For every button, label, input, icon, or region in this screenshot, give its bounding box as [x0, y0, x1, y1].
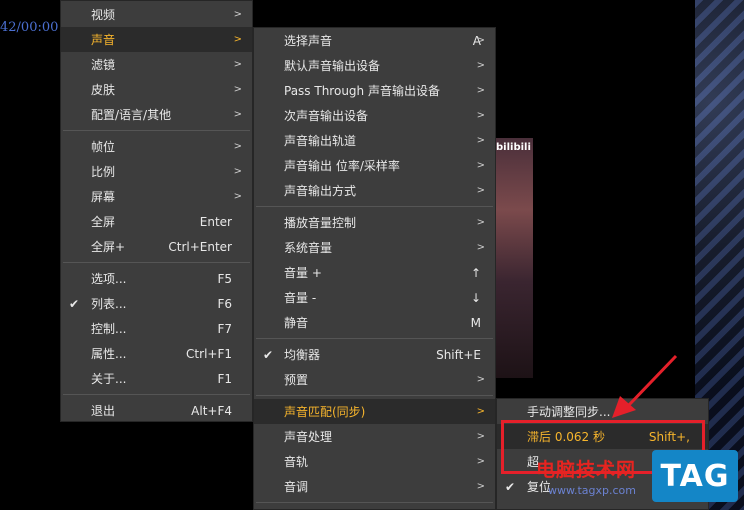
watermark-site-name: 电脑技术网: [536, 459, 637, 481]
watermark-tag-logo: TAG: [652, 450, 738, 502]
annotation-arrow-icon: [612, 354, 678, 418]
watermark-url: www.tagxp.com: [548, 484, 636, 497]
